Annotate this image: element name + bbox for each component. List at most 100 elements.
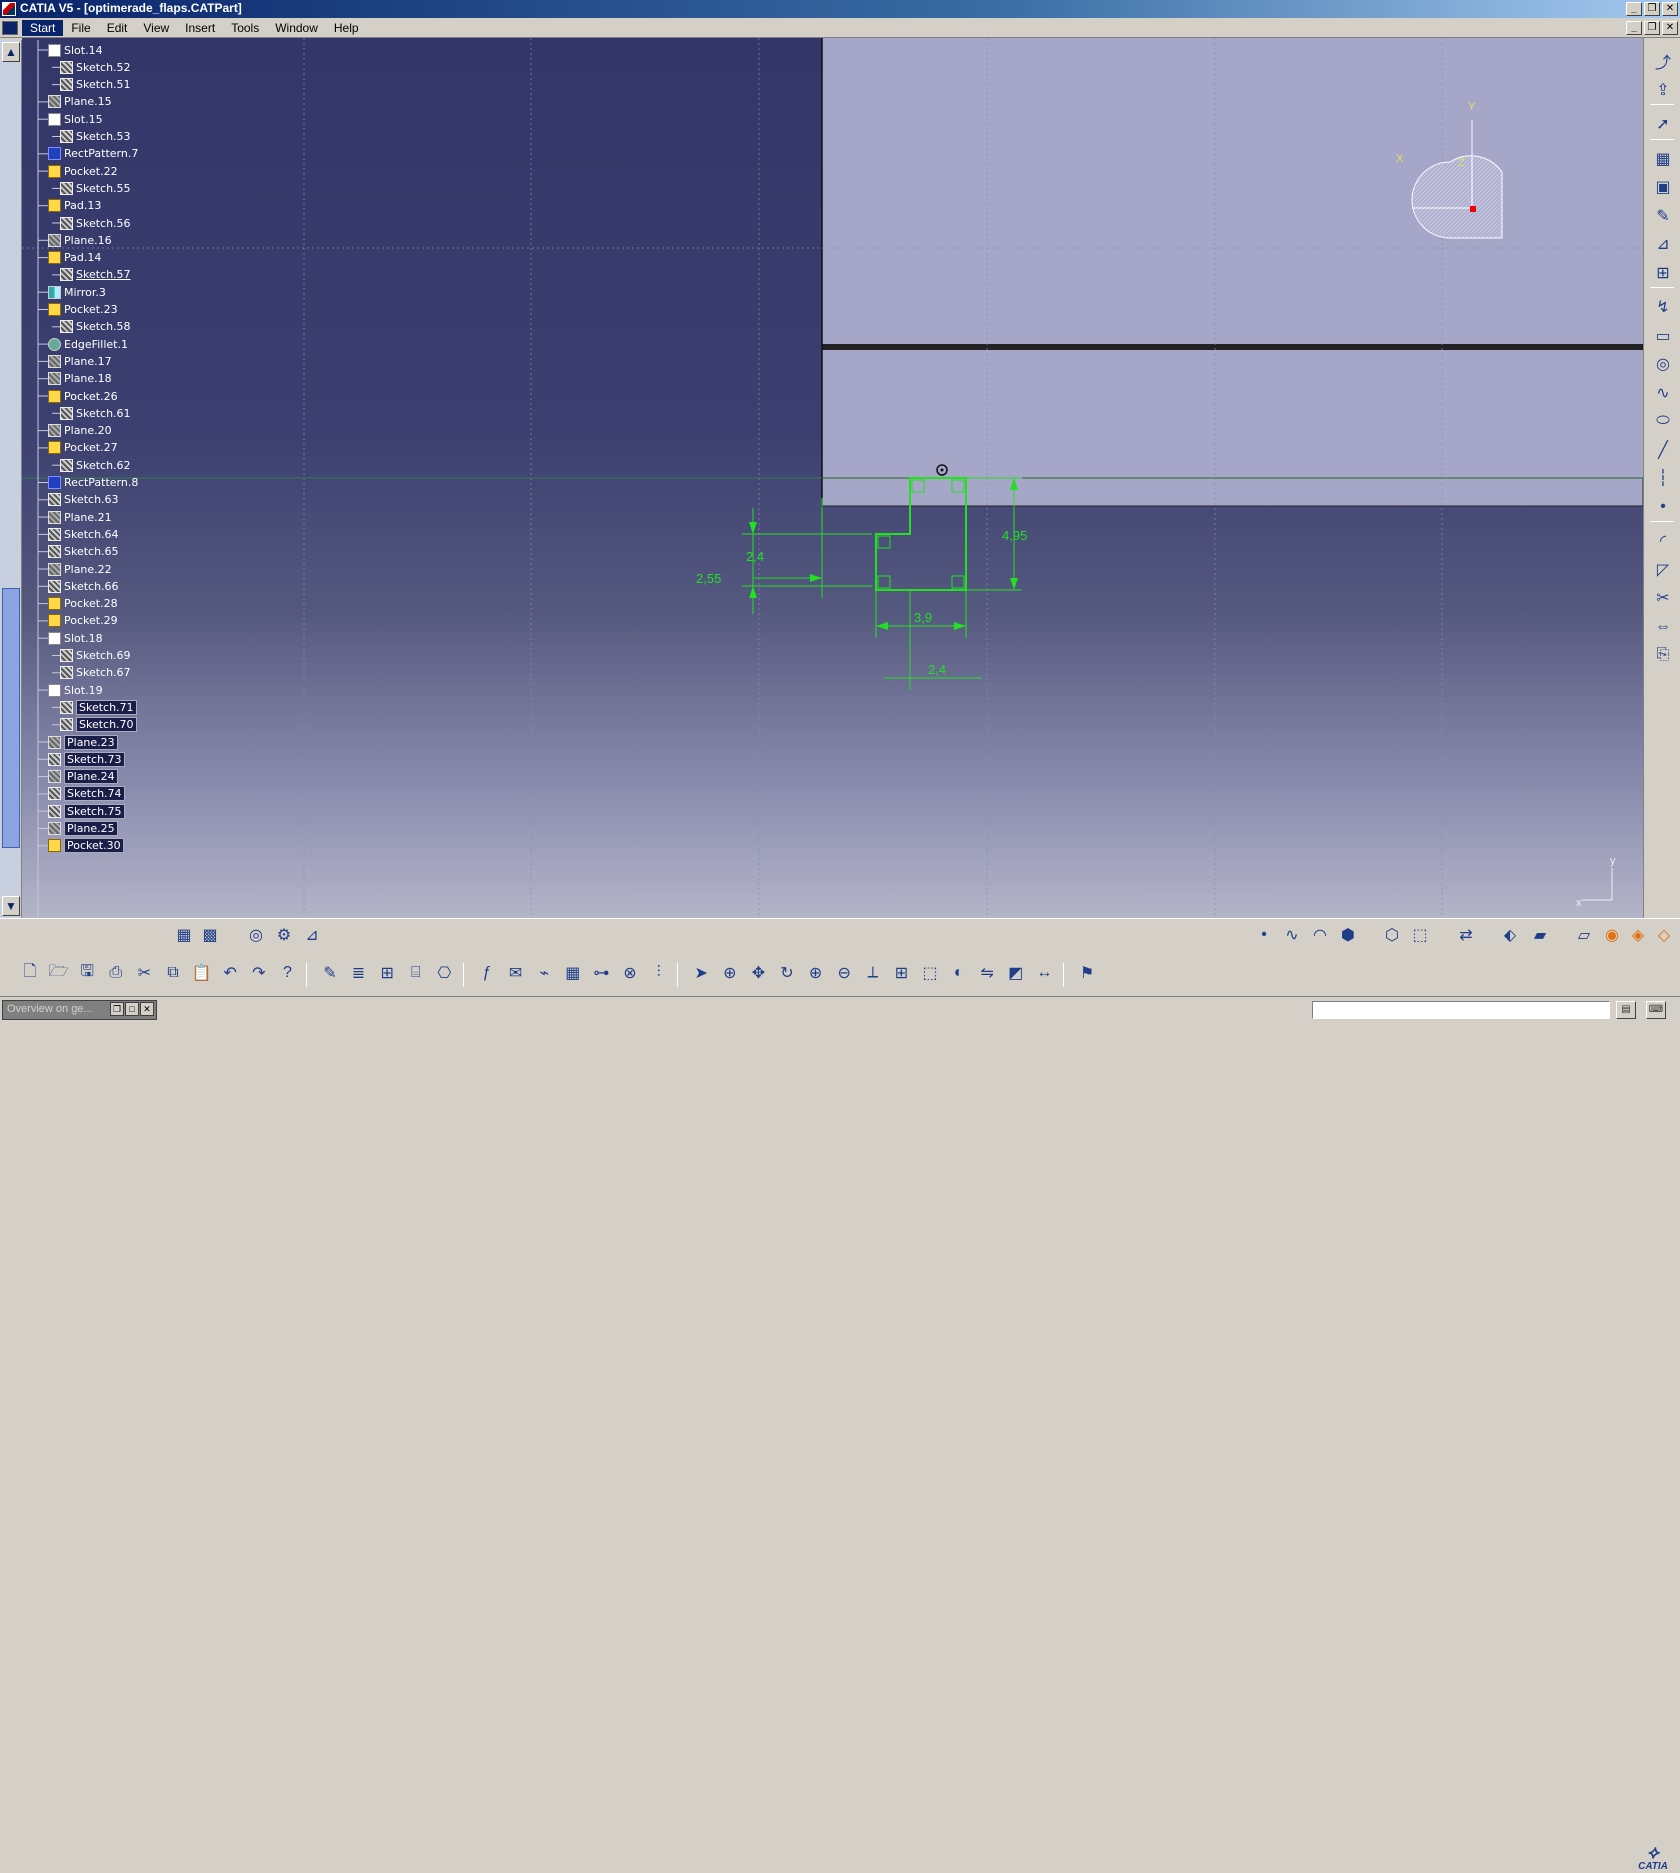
tree-node-label[interactable]: Slot.15 [64,113,103,126]
sketch-icon[interactable] [60,320,73,334]
auto-constraint-icon[interactable]: ⊞ [1652,262,1674,284]
tree-node[interactable]: Sketch.57 [60,266,131,284]
sketch-icon[interactable] [60,666,73,680]
tree-node[interactable]: Pocket.30 [48,837,124,855]
tree-node-label[interactable]: Sketch.53 [76,130,131,143]
measure-icon[interactable]: ⎔ [432,961,456,985]
tree-node[interactable]: Plane.21 [48,508,112,526]
tree-node-label[interactable]: Plane.24 [64,769,118,785]
shaft-icon[interactable]: ◉ [1600,923,1624,947]
arc-icon[interactable]: ◠ [1308,923,1332,947]
sketch-icon[interactable] [60,649,73,662]
mirror-icon[interactable] [48,285,61,299]
restore-button[interactable]: ❐ [1644,2,1660,16]
menu-file[interactable]: File [63,20,98,36]
doc-minimize-button[interactable]: _ [1626,21,1642,35]
tree-node-label[interactable]: Sketch.62 [76,459,131,472]
pad-icon[interactable]: ▰ [1528,923,1552,947]
sketch-icon[interactable] [60,458,73,472]
axis-icon[interactable]: ┆ [1652,467,1674,489]
render-style-icon[interactable]: ◩ [1004,961,1028,985]
document-icon[interactable] [2,21,18,35]
fillet-icon[interactable] [48,337,61,351]
tree-node[interactable]: Plane.23 [48,733,118,751]
tree-node[interactable]: Sketch.75 [48,802,125,820]
sketch-canvas[interactable]: 2,4 2,55 4,95 3,9 2,4 Y X Z y x [22,38,1643,918]
plane-icon[interactable] [48,372,61,386]
plane-icon[interactable] [48,233,61,247]
point-icon[interactable]: • [1652,496,1674,518]
pattern-icon[interactable] [48,476,61,489]
tree-node-label[interactable]: Sketch.69 [76,649,131,662]
list-icon[interactable]: ≣ [347,961,371,985]
cut-icon[interactable]: ✂ [132,961,156,985]
tree-node-label[interactable]: Pocket.27 [64,441,118,454]
plane-icon[interactable] [48,822,61,835]
tree-node[interactable]: Sketch.74 [48,785,125,803]
pocket-icon[interactable] [48,303,61,316]
tree-node-label[interactable]: Plane.23 [64,734,118,750]
rotate-icon[interactable]: ↻ [775,961,799,985]
tree-node[interactable]: RectPattern.8 [48,474,138,492]
tree-node[interactable]: Plane.25 [48,820,118,838]
profile-icon[interactable]: ↯ [1652,296,1674,318]
zoom-in-icon[interactable]: ⊕ [804,961,828,985]
line-icon[interactable]: ╱ [1652,439,1674,461]
snap-to-point-icon[interactable]: ▩ [198,923,222,947]
sketch-icon[interactable] [60,78,73,92]
sketch-icon[interactable] [48,579,61,593]
command-input[interactable] [1312,1001,1610,1019]
tree-node-label[interactable]: Mirror.3 [64,286,106,299]
point-icon[interactable]: • [1252,923,1276,947]
ellipse-icon[interactable]: ⬭ [1652,410,1674,432]
tree-node[interactable]: Plane.24 [48,768,118,786]
redo-icon[interactable]: ↷ [247,961,271,985]
circle-icon[interactable]: ◎ [1652,353,1674,375]
tree-node-label[interactable]: Sketch.64 [64,528,119,541]
sketch-icon[interactable] [60,181,73,195]
print-icon[interactable]: ⎙ [104,961,128,985]
whats-this-icon[interactable]: ? [275,961,299,985]
tree-node[interactable]: Sketch.55 [60,179,131,197]
tree-node-label[interactable]: RectPattern.8 [64,476,138,489]
sketch-icon[interactable] [60,216,73,230]
open-icon[interactable]: 🗁 [47,961,71,985]
sketch-plane-icon[interactable]: ⬚ [1408,923,1432,947]
tree-node[interactable]: Sketch.61 [60,404,131,422]
tree-node[interactable]: Sketch.52 [60,58,131,76]
menu-edit[interactable]: Edit [99,20,136,36]
pocket-icon[interactable] [48,164,61,178]
dimension-label-d[interactable]: 3,9 [914,610,932,625]
tree-node[interactable]: Plane.18 [48,370,112,388]
menu-view[interactable]: View [135,20,177,36]
catia-app-icon[interactable] [2,2,16,16]
hole-icon[interactable]: ◈ [1626,923,1650,947]
tree-node-label[interactable]: Pad.14 [64,251,101,264]
dimension-label-c[interactable]: 4,95 [1002,528,1027,543]
tree-node-label[interactable]: Sketch.52 [76,61,131,74]
doc-restore-button[interactable]: ❐ [1644,21,1660,35]
doc-close-button[interactable]: ✕ [1662,21,1678,35]
command-history-icon[interactable]: ▤ [1616,1001,1636,1019]
formula-icon[interactable]: ƒ [475,961,499,985]
tree-node[interactable]: Plane.15 [48,93,112,111]
tree-node-label[interactable]: Sketch.67 [76,666,131,679]
tree-node-label[interactable]: Sketch.57 [76,268,131,281]
exit-workbench-icon[interactable]: ⤴ [1652,50,1674,72]
tree-node-label[interactable]: Plane.16 [64,234,112,247]
sketch-icon[interactable] [60,718,73,732]
chamfer-icon[interactable]: ◸ [1652,559,1674,581]
menu-window[interactable]: Window [267,20,326,36]
tree-node[interactable]: Pocket.22 [48,162,118,180]
tree-node-label[interactable]: Sketch.55 [76,182,131,195]
export-icon[interactable]: ⇪ [1652,79,1674,101]
pencil-icon[interactable]: ✎ [1652,205,1674,227]
sketch-viewport[interactable]: 2,4 2,55 4,95 3,9 2,4 Y X Z y x [22,38,1643,918]
publish-icon[interactable]: ⫶ [647,961,671,985]
tree-scrollbar[interactable]: ▲ ▼ [0,40,22,918]
plane-icon[interactable] [48,354,61,368]
tree-node[interactable]: Sketch.51 [60,76,131,94]
tree-node[interactable]: Plane.17 [48,352,112,370]
slot-icon[interactable] [48,631,61,645]
tree-node[interactable]: Slot.15 [48,110,103,128]
